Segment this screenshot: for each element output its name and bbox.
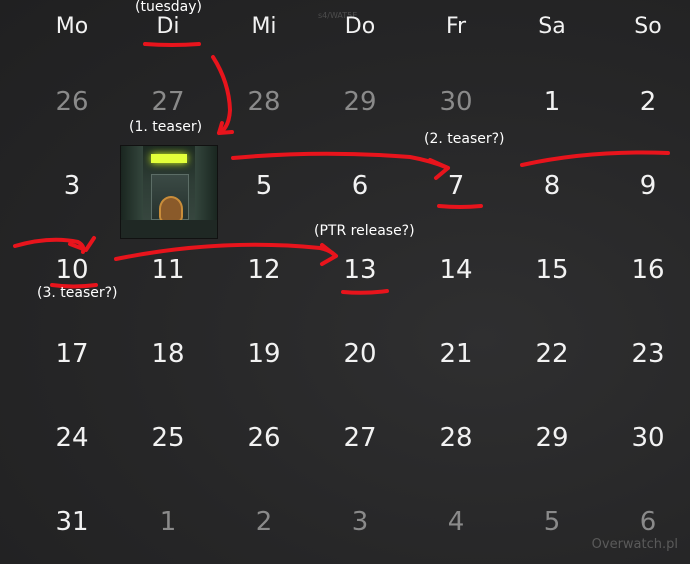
day-cell[interactable]: 22 [504, 341, 600, 367]
day-cell[interactable]: 6 [600, 509, 690, 535]
day-cell[interactable]: 3 [312, 509, 408, 535]
day-cell[interactable]: 26 [24, 89, 120, 115]
arrow-to-10-head [68, 236, 96, 252]
day-cell[interactable]: 29 [504, 425, 600, 451]
day-cell[interactable]: 19 [216, 341, 312, 367]
day-cell[interactable]: 2 [216, 509, 312, 535]
weekday-di: Di [156, 14, 180, 39]
day-cell[interactable]: 24 [24, 425, 120, 451]
day-cell[interactable]: 31 [24, 509, 120, 535]
day-cell[interactable]: 16 [600, 257, 690, 283]
day-cell[interactable]: 30 [600, 425, 690, 451]
teaser-thumbnail-image[interactable] [120, 145, 218, 239]
day-cell[interactable]: 18 [120, 341, 216, 367]
day-cell[interactable]: 5 [216, 173, 312, 199]
annotation-tuesday: (tuesday) [135, 0, 202, 15]
weekday-mi: Mi [251, 14, 277, 39]
day-cell[interactable]: 1 [504, 89, 600, 115]
annotation-ptr-release: (PTR release?) [314, 223, 415, 239]
day-cell[interactable]: 23 [600, 341, 690, 367]
arrow-to-7 [231, 151, 450, 170]
day-cell[interactable]: 2 [600, 89, 690, 115]
day-cell[interactable]: 6 [312, 173, 408, 199]
underline-di [143, 42, 201, 47]
day-cell[interactable]: 11 [120, 257, 216, 283]
arrow-to-10 [13, 237, 86, 254]
day-cell[interactable]: 12 [216, 257, 312, 283]
weekday-mo: Mo [55, 14, 89, 39]
weekday-so: So [634, 14, 662, 39]
stroke-8-9 [520, 150, 670, 167]
watermark: Overwatch.pl [591, 537, 678, 552]
day-cell[interactable]: 5 [504, 509, 600, 535]
day-cell[interactable]: 3 [24, 173, 120, 199]
day-cell[interactable]: 28 [216, 89, 312, 115]
underline-13 [341, 289, 389, 295]
annotation-teaser3: (3. teaser?) [37, 285, 118, 301]
day-cell[interactable]: 14 [408, 257, 504, 283]
annotation-teaser1: (1. teaser) [129, 119, 203, 135]
day-cell[interactable]: 1 [120, 509, 216, 535]
day-cell[interactable]: 20 [312, 341, 408, 367]
annotation-teaser2: (2. teaser?) [424, 131, 505, 147]
day-cell[interactable]: 27 [312, 425, 408, 451]
day-cell[interactable]: 10 [24, 257, 120, 283]
day-cell[interactable]: 4 [408, 509, 504, 535]
day-cell[interactable]: 26 [216, 425, 312, 451]
day-cell[interactable]: 7 [408, 173, 504, 199]
day-cell[interactable]: 17 [24, 341, 120, 367]
day-cell[interactable]: 27 [120, 89, 216, 115]
day-cell[interactable]: 15 [504, 257, 600, 283]
weekday-do: Do [344, 14, 376, 39]
calendar: s4/WAT5E Mo Di Mi Do Fr Sa So 26 27 28 29 30… [0, 0, 690, 564]
day-cell[interactable]: 21 [408, 341, 504, 367]
day-cell[interactable]: 13 [312, 257, 408, 283]
day-cell[interactable]: 29 [312, 89, 408, 115]
day-cell[interactable]: 9 [600, 173, 690, 199]
day-cell[interactable]: 28 [408, 425, 504, 451]
underline-7 [437, 204, 483, 209]
weekday-sa: Sa [538, 14, 566, 39]
day-cell[interactable]: 30 [408, 89, 504, 115]
weekday-fr: Fr [445, 14, 467, 39]
arrow-to-teaser1-head [217, 121, 234, 135]
day-cell[interactable]: 8 [504, 173, 600, 199]
day-cell[interactable]: 25 [120, 425, 216, 451]
